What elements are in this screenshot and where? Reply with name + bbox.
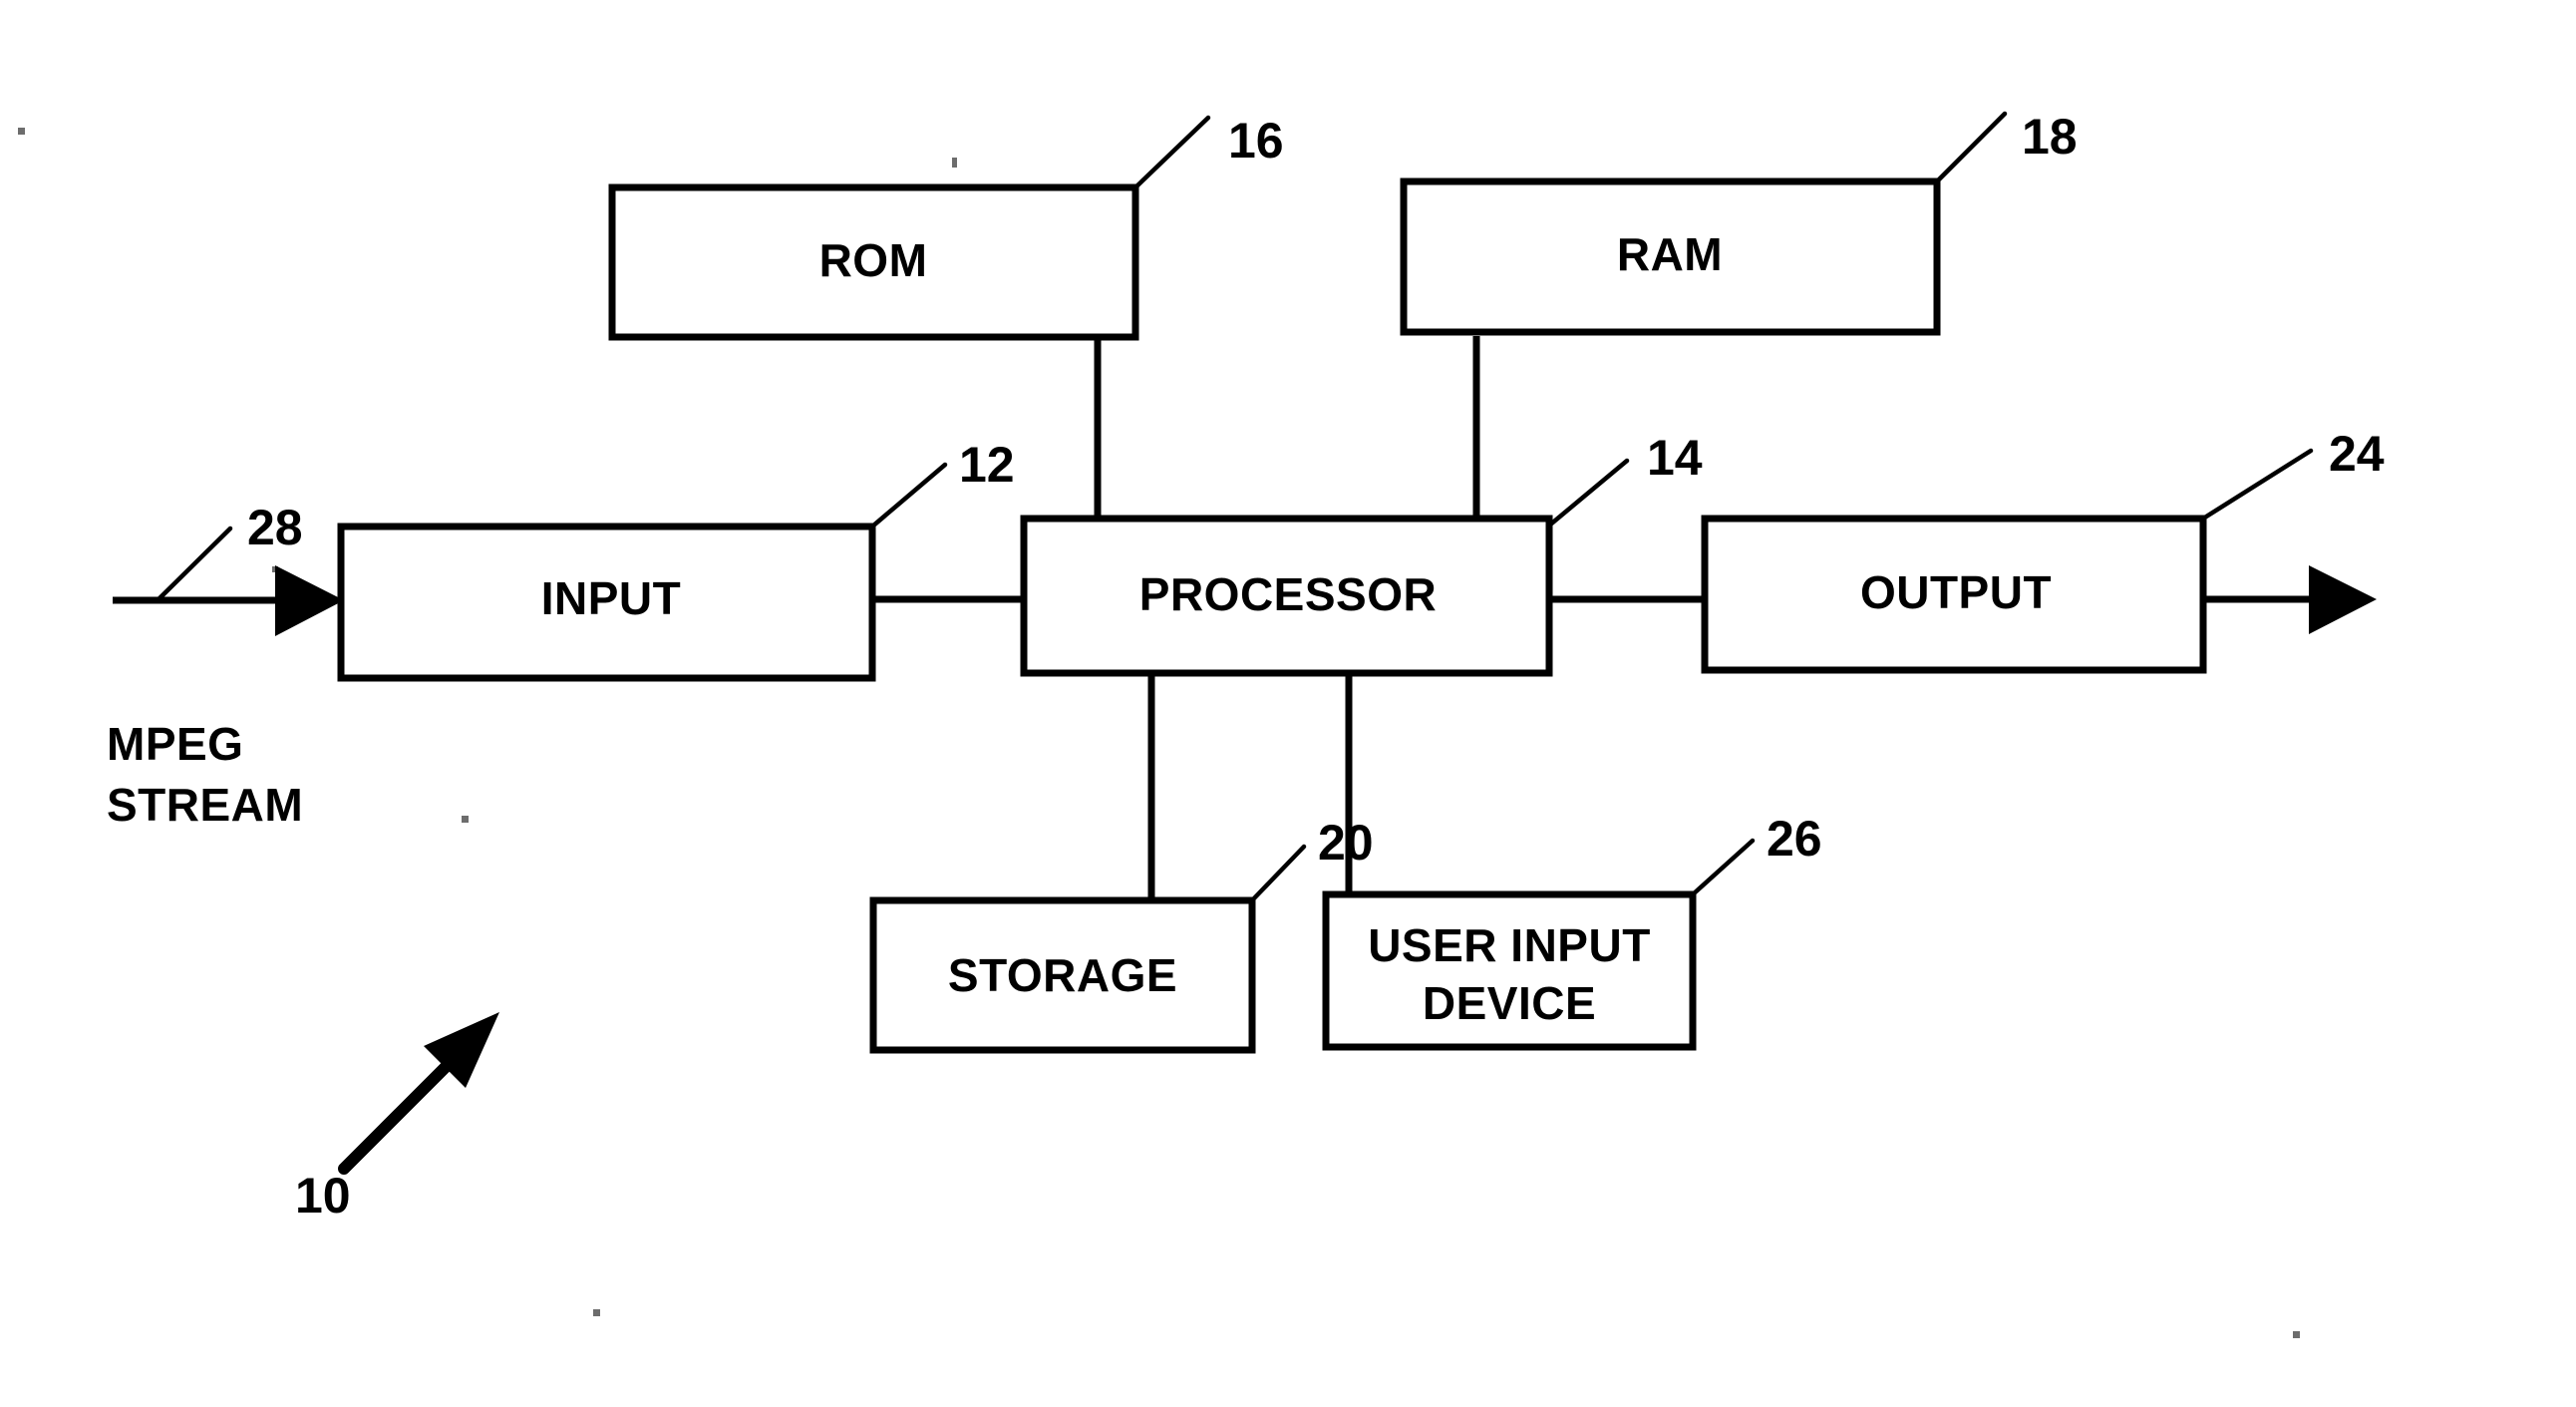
block-storage-label: STORAGE [948, 949, 1177, 1001]
block-processor[interactable]: PROCESSOR [1020, 515, 1553, 677]
ref-numeral-processor: 14 [1647, 430, 1703, 486]
block-ram-label: RAM [1617, 228, 1723, 280]
scan-speck [593, 1309, 600, 1316]
block-user-input-device[interactable]: USER INPUT DEVICE [1322, 890, 1697, 1051]
block-output[interactable]: OUTPUT [1701, 515, 2207, 674]
block-diagram: ROM RAM INPUT PROCESSOR OUTPUT STORAGE U… [0, 0, 2576, 1407]
block-processor-label: PROCESSOR [1139, 568, 1437, 620]
scan-speck [2293, 1331, 2300, 1338]
block-storage[interactable]: STORAGE [869, 896, 1256, 1054]
ref-numeral-ram: 18 [2022, 109, 2078, 165]
block-input-label: INPUT [541, 572, 682, 624]
block-user-input-device-label-line2: DEVICE [1423, 977, 1596, 1029]
ref-numeral-output: 24 [2329, 426, 2385, 482]
block-ram[interactable]: RAM [1400, 177, 1941, 336]
input-stream-caption-line1: MPEG [107, 718, 243, 770]
figure-canvas: ROM RAM INPUT PROCESSOR OUTPUT STORAGE U… [0, 0, 2576, 1407]
scan-speck [18, 128, 25, 135]
block-rom[interactable]: ROM [608, 183, 1139, 341]
canvas-background [0, 0, 2576, 1407]
ref-numeral-storage: 20 [1318, 815, 1374, 871]
block-output-label: OUTPUT [1860, 566, 2052, 618]
block-user-input-device-label-line1: USER INPUT [1368, 919, 1651, 971]
ref-numeral-input-stream: 28 [247, 500, 303, 555]
ref-numeral-input: 12 [959, 437, 1015, 493]
ref-numeral-system: 10 [295, 1168, 351, 1224]
scan-speck [462, 816, 469, 823]
block-rom-label: ROM [819, 234, 928, 286]
block-input[interactable]: INPUT [337, 523, 876, 682]
ref-numeral-user-input-device: 26 [1767, 811, 1822, 867]
scan-speck [952, 158, 957, 168]
input-stream-caption-line2: STREAM [107, 779, 303, 831]
ref-numeral-rom: 16 [1228, 113, 1284, 169]
